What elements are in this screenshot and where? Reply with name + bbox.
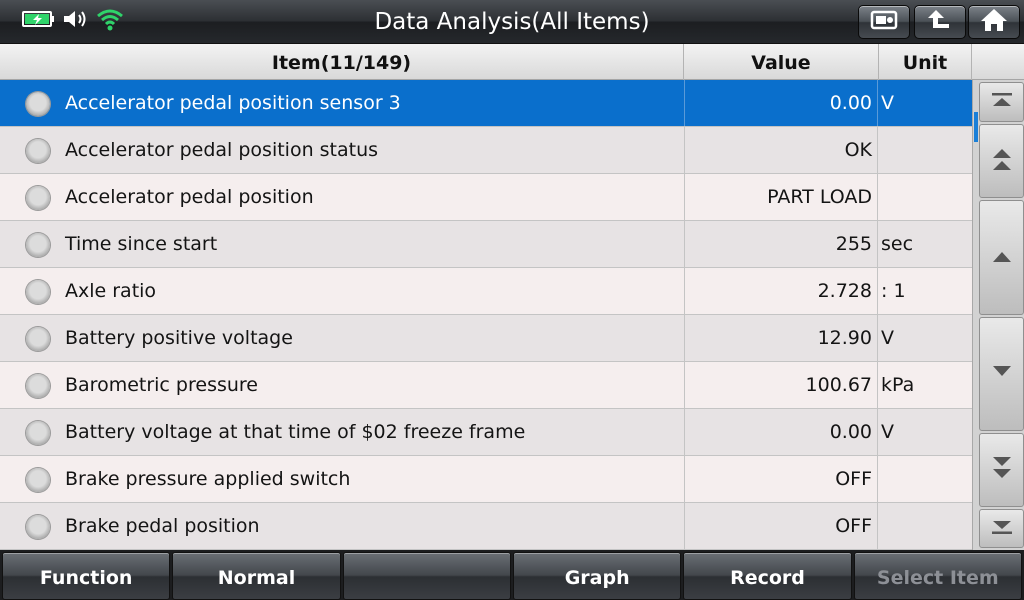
scrollbar-thumb[interactable] [974,112,978,142]
screenshot-icon [869,8,899,36]
table-row[interactable]: Barometric pressure 100.67 kPa [0,362,972,409]
table-row[interactable]: Battery voltage at that time of $02 free… [0,409,972,456]
column-header-item[interactable]: Item(11/149) [0,44,684,80]
scroll-up-button[interactable] [979,200,1024,315]
radio-button[interactable] [26,515,50,539]
table-row[interactable]: Accelerator pedal position sensor 3 0.00… [0,80,972,127]
radio-button[interactable] [26,468,50,492]
normal-button[interactable]: Normal [172,552,341,600]
item-unit: V [881,327,894,349]
item-value: OFF [684,503,878,549]
item-value: 0.00 [684,409,878,455]
item-name: Brake pressure applied switch [65,468,351,490]
column-header-unit[interactable]: Unit [879,44,972,80]
function-button[interactable]: Function [2,552,171,600]
back-up-icon [925,7,955,37]
item-name: Accelerator pedal position sensor 3 [65,92,401,114]
table-row[interactable]: Axle ratio 2.728 : 1 [0,268,972,315]
radio-button[interactable] [26,233,50,257]
page-up-button[interactable] [979,124,1024,198]
item-value: 0.00 [684,80,878,126]
item-name: Barometric pressure [65,374,258,396]
table-row[interactable]: Accelerator pedal position PART LOAD [0,174,972,221]
page-down-button[interactable] [979,433,1024,507]
radio-button[interactable] [26,186,50,210]
item-name: Battery voltage at that time of $02 free… [65,421,526,443]
item-name: Axle ratio [65,280,157,302]
radio-button[interactable] [26,92,50,116]
item-value: 2.728 [684,268,878,314]
item-name: Brake pedal position [65,515,260,537]
chevron-up-icon [990,248,1014,268]
item-name: Accelerator pedal position status [65,139,379,161]
item-value: OFF [684,456,878,502]
item-unit: V [881,421,894,443]
item-value: 100.67 [684,362,878,408]
table-row[interactable]: Battery positive voltage 12.90 V [0,315,972,362]
double-chevron-up-icon [990,146,1014,176]
item-value: OK [684,127,878,173]
column-header-value[interactable]: Value [684,44,879,80]
radio-button[interactable] [26,139,50,163]
radio-button[interactable] [26,421,50,445]
table-row[interactable]: Time since start 255 sec [0,221,972,268]
back-button[interactable] [914,5,966,39]
radio-button[interactable] [26,327,50,351]
item-value: PART LOAD [684,174,878,220]
record-button[interactable]: Record [683,552,852,600]
table-row[interactable]: Accelerator pedal position status OK [0,127,972,174]
table-header: Item(11/149) Value Unit [0,44,1024,80]
chevron-down-icon [990,364,1014,384]
item-value: 255 [684,221,878,267]
table-row[interactable]: Brake pedal position OFF [0,503,972,550]
screenshot-button[interactable] [858,5,910,39]
home-button[interactable] [968,5,1020,39]
home-icon [979,7,1009,37]
column-header-spacer [972,44,1024,80]
item-unit: : 1 [881,280,906,302]
item-value: 12.90 [684,315,878,361]
scroll-down-button[interactable] [979,317,1024,431]
item-name: Accelerator pedal position [65,186,314,208]
graph-button[interactable]: Graph [512,552,682,600]
double-chevron-down-icon [990,455,1014,485]
scroll-top-button[interactable] [979,82,1024,122]
item-unit: kPa [881,374,915,396]
item-unit: sec [881,233,914,255]
item-unit: V [881,92,894,114]
radio-button[interactable] [26,280,50,304]
radio-button[interactable] [26,374,50,398]
data-list: Accelerator pedal position sensor 3 0.00… [0,80,972,550]
scroll-to-bottom-icon [990,519,1014,539]
scroll-bottom-button[interactable] [979,509,1024,548]
empty-button[interactable] [342,552,511,600]
title-bar: Data Analysis(All Items) [0,0,1024,44]
select-item-button[interactable]: Select Item [853,552,1022,600]
item-name: Battery positive voltage [65,327,293,349]
scroll-to-top-icon [990,92,1014,112]
table-row[interactable]: Brake pressure applied switch OFF [0,456,972,503]
function-bar: Function Normal Graph Record Select Item [0,550,1024,600]
item-name: Time since start [65,233,218,255]
